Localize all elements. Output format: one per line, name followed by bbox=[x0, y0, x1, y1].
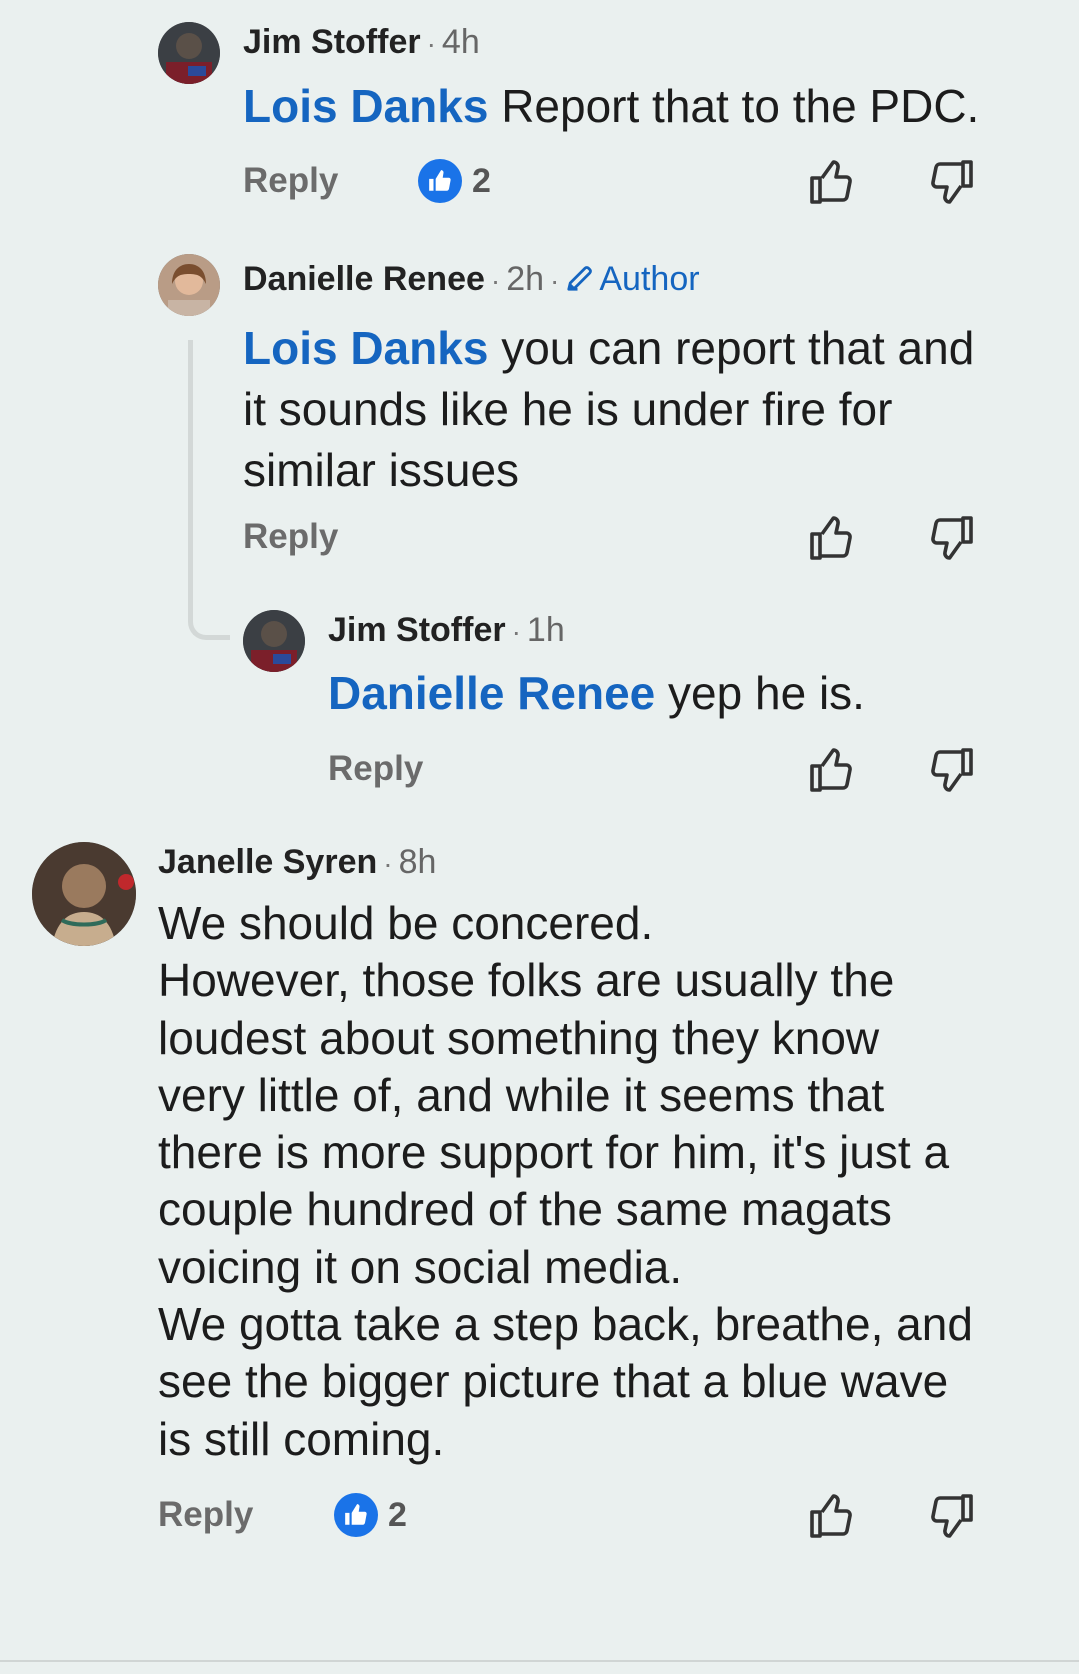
comment-body: Report that to the PDC. bbox=[488, 80, 980, 132]
author-badge: Author bbox=[565, 260, 700, 298]
comment-text: Danielle Renee yep he is. bbox=[328, 663, 1028, 724]
comment-line: very little of, and while it seems that bbox=[158, 1068, 885, 1121]
thumbs-down-icon[interactable] bbox=[927, 512, 975, 564]
comment-meta: Danielle Renee · 2h · Author bbox=[243, 259, 700, 301]
comment-meta: Jim Stoffer · 1h bbox=[328, 610, 565, 652]
avatar[interactable] bbox=[158, 254, 220, 316]
thumbs-up-icon[interactable] bbox=[808, 1490, 856, 1542]
timestamp: 1h bbox=[526, 611, 565, 649]
comment-text: Lois Danks you can report that and it so… bbox=[243, 318, 988, 501]
comment-line: there is more support for him, it's just… bbox=[158, 1126, 950, 1179]
comment-actions: Reply bbox=[0, 744, 1079, 796]
mention-link[interactable]: Lois Danks bbox=[243, 80, 488, 132]
author-name[interactable]: Danielle Renee bbox=[243, 260, 485, 298]
comment-line: However, those folks are usually the bbox=[158, 954, 895, 1007]
comment-text: Lois Danks Report that to the PDC. bbox=[243, 76, 1033, 137]
comment-text: We should be concered. However, those fo… bbox=[158, 895, 1058, 1468]
comment-line: We should be concered. bbox=[158, 897, 654, 949]
comment-meta: Janelle Syren · 8h bbox=[158, 842, 436, 884]
like-badge-icon bbox=[334, 1493, 378, 1537]
mention-link[interactable]: Lois Danks bbox=[243, 322, 488, 374]
separator: · bbox=[490, 265, 501, 296]
separator: · bbox=[383, 848, 393, 879]
thumbs-down-icon[interactable] bbox=[927, 1490, 975, 1542]
like-count-value: 2 bbox=[472, 161, 491, 200]
thumbs-up-icon[interactable] bbox=[808, 156, 856, 208]
comment-actions: Reply 2 bbox=[0, 1490, 1079, 1542]
comment-line: We gotta take a step back, breathe, and bbox=[158, 1298, 973, 1351]
timestamp: 8h bbox=[398, 843, 437, 881]
separator: · bbox=[550, 265, 560, 296]
timestamp: 4h bbox=[441, 23, 480, 61]
reply-button[interactable]: Reply bbox=[158, 1490, 253, 1540]
separator: · bbox=[426, 28, 436, 59]
comment-actions: Reply 2 bbox=[0, 156, 1079, 208]
thumbs-up-icon[interactable] bbox=[808, 512, 856, 564]
timestamp: 2h bbox=[506, 260, 545, 298]
like-count[interactable]: 2 bbox=[418, 158, 491, 204]
like-count-value: 2 bbox=[388, 1495, 407, 1534]
author-badge-label: Author bbox=[599, 260, 700, 298]
thread-connector bbox=[188, 340, 230, 640]
separator: · bbox=[511, 616, 521, 647]
like-badge-icon bbox=[418, 159, 462, 203]
comment-body: yep he is. bbox=[655, 667, 865, 719]
avatar[interactable] bbox=[32, 842, 136, 946]
comment-meta: Jim Stoffer · 4h bbox=[243, 22, 480, 64]
thumbs-up-icon[interactable] bbox=[808, 744, 856, 796]
author-name[interactable]: Jim Stoffer bbox=[328, 611, 506, 649]
comment-line: see the bigger picture that a blue wave bbox=[158, 1355, 949, 1408]
reply-button[interactable]: Reply bbox=[328, 744, 423, 794]
thumbs-down-icon[interactable] bbox=[927, 156, 975, 208]
divider bbox=[0, 1660, 1079, 1662]
pencil-icon bbox=[567, 266, 593, 291]
avatar[interactable] bbox=[158, 22, 220, 84]
reply-button[interactable]: Reply bbox=[243, 156, 338, 206]
reply-button[interactable]: Reply bbox=[243, 512, 338, 562]
comment-line: loudest about something they know bbox=[158, 1011, 880, 1064]
author-name[interactable]: Janelle Syren bbox=[158, 843, 377, 881]
comment-line: is still coming. bbox=[158, 1412, 445, 1465]
comment-actions: Reply bbox=[0, 512, 1079, 564]
thumbs-down-icon[interactable] bbox=[927, 744, 975, 796]
mention-link[interactable]: Danielle Renee bbox=[328, 667, 655, 719]
author-name[interactable]: Jim Stoffer bbox=[243, 23, 421, 61]
comment-line: voicing it on social media. bbox=[158, 1240, 683, 1293]
like-count[interactable]: 2 bbox=[334, 1492, 407, 1538]
avatar[interactable] bbox=[243, 610, 305, 672]
comment-line: couple hundred of the same magats bbox=[158, 1183, 892, 1236]
